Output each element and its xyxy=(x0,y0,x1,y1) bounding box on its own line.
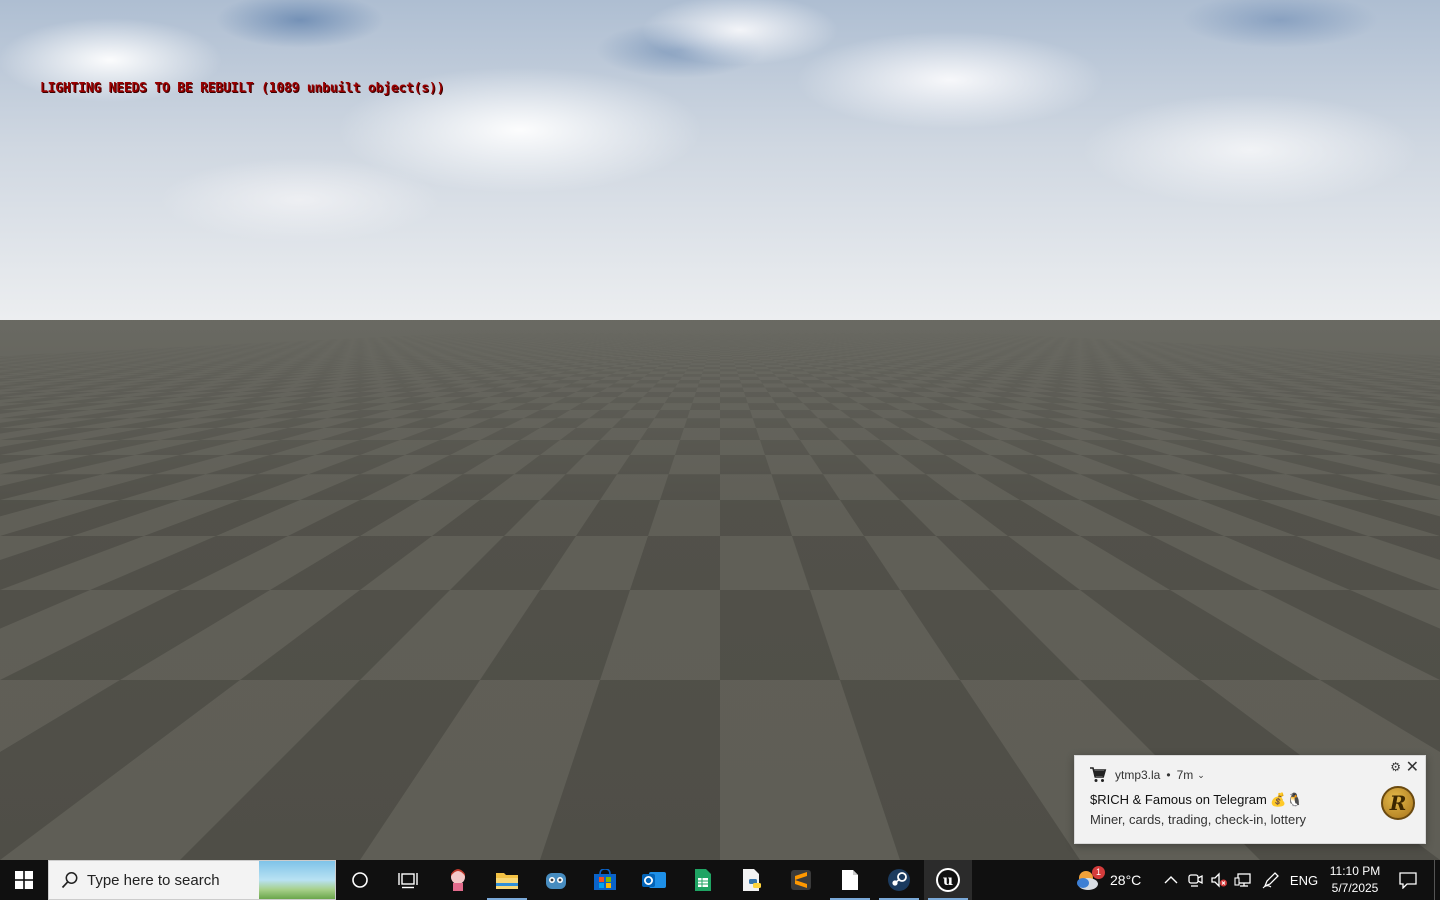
task-view-button[interactable] xyxy=(384,860,432,900)
folder-icon xyxy=(496,873,518,889)
taskbar-app-anime[interactable] xyxy=(434,860,482,900)
search-highlight-image xyxy=(259,861,335,899)
outlook-icon xyxy=(642,872,666,888)
sheets-icon xyxy=(695,869,711,891)
taskbar-app-google-sheets[interactable] xyxy=(679,860,727,900)
task-view-icon xyxy=(398,873,418,889)
action-center-button[interactable] xyxy=(1392,860,1424,900)
input-language-button[interactable]: ENG xyxy=(1288,860,1320,900)
show-hidden-icons-button[interactable] xyxy=(1160,860,1182,900)
taskbar-app-sublime-text[interactable] xyxy=(777,860,825,900)
character-icon xyxy=(451,869,465,891)
document-icon xyxy=(842,870,858,890)
chevron-up-icon xyxy=(1164,876,1178,884)
lighting-warning: LIGHTING NEEDS TO BE REBUILT (1089 unbui… xyxy=(40,81,445,96)
python-icon xyxy=(743,869,761,891)
taskbar-app-godot[interactable] xyxy=(532,860,580,900)
taskbar-app-file-explorer[interactable] xyxy=(483,860,531,900)
search-icon xyxy=(61,872,78,889)
weather-alert-badge: 1 xyxy=(1092,866,1105,879)
camera-icon xyxy=(1188,874,1203,887)
meet-now-button[interactable] xyxy=(1184,860,1206,900)
cart-icon xyxy=(1090,767,1107,782)
clock-date: 5/7/2025 xyxy=(1331,881,1379,895)
svg-text:u: u xyxy=(943,873,953,889)
godot-icon xyxy=(546,873,566,889)
search-placeholder: Type here to search xyxy=(87,871,220,889)
clock[interactable]: 11:10 PM 5/7/2025 xyxy=(1320,863,1390,897)
toast-body: Miner, cards, trading, check-in, lottery xyxy=(1090,812,1307,827)
toast-separator: • xyxy=(1166,768,1171,782)
weather-temp: 28°C xyxy=(1110,872,1142,888)
language-indicator: ENG xyxy=(1289,872,1319,888)
toast-app-name: ytmp3.la xyxy=(1115,768,1161,782)
windows-icon xyxy=(15,871,33,889)
unreal-icon: u xyxy=(936,868,960,892)
clock-time: 11:10 PM xyxy=(1329,864,1381,878)
taskbar: Type here to search u 1 28°C ENG 11:10 P… xyxy=(0,860,1440,900)
steam-icon xyxy=(888,869,910,891)
taskbar-app-notepad[interactable] xyxy=(826,860,874,900)
network-icon xyxy=(1234,873,1251,887)
circle-icon xyxy=(352,872,368,888)
sublime-icon xyxy=(791,870,811,890)
pen-icon xyxy=(1262,872,1279,889)
notification-icon xyxy=(1399,872,1417,889)
pen-workspace-button[interactable] xyxy=(1258,860,1284,900)
chevron-down-icon[interactable]: ⌄ xyxy=(1197,770,1205,781)
toast-time: 7m xyxy=(1176,768,1194,782)
volume-button[interactable] xyxy=(1208,860,1230,900)
toast-title: $RICH & Famous on Telegram 💰🐧 xyxy=(1090,792,1303,807)
taskbar-app-steam[interactable] xyxy=(875,860,923,900)
game-viewport[interactable]: LIGHTING NEEDS TO BE REBUILT (1089 unbui… xyxy=(0,0,1440,860)
rich-logo-icon: R xyxy=(1381,786,1415,820)
gear-icon[interactable]: ⚙ xyxy=(1390,760,1401,774)
notification-toast[interactable]: ytmp3.la • 7m ⌄ ⚙ ✕ $RICH & Famous on Te… xyxy=(1074,755,1426,844)
taskbar-app-python-file[interactable] xyxy=(728,860,776,900)
taskbar-app-microsoft-store[interactable] xyxy=(581,860,629,900)
network-button[interactable] xyxy=(1232,860,1254,900)
search-input[interactable]: Type here to search xyxy=(48,860,336,900)
weather-widget[interactable]: 1 28°C xyxy=(1074,860,1154,900)
sky xyxy=(0,0,1440,320)
start-button[interactable] xyxy=(0,860,48,900)
store-icon xyxy=(594,869,616,890)
cortana-button[interactable] xyxy=(336,860,384,900)
taskbar-app-outlook[interactable] xyxy=(630,860,678,900)
volume-muted-icon xyxy=(1211,872,1227,888)
taskbar-app-unreal-engine[interactable]: u xyxy=(924,860,972,900)
show-desktop-button[interactable] xyxy=(1434,860,1440,900)
toast-header: ytmp3.la • 7m ⌄ xyxy=(1089,766,1205,784)
close-icon[interactable]: ✕ xyxy=(1406,757,1419,777)
